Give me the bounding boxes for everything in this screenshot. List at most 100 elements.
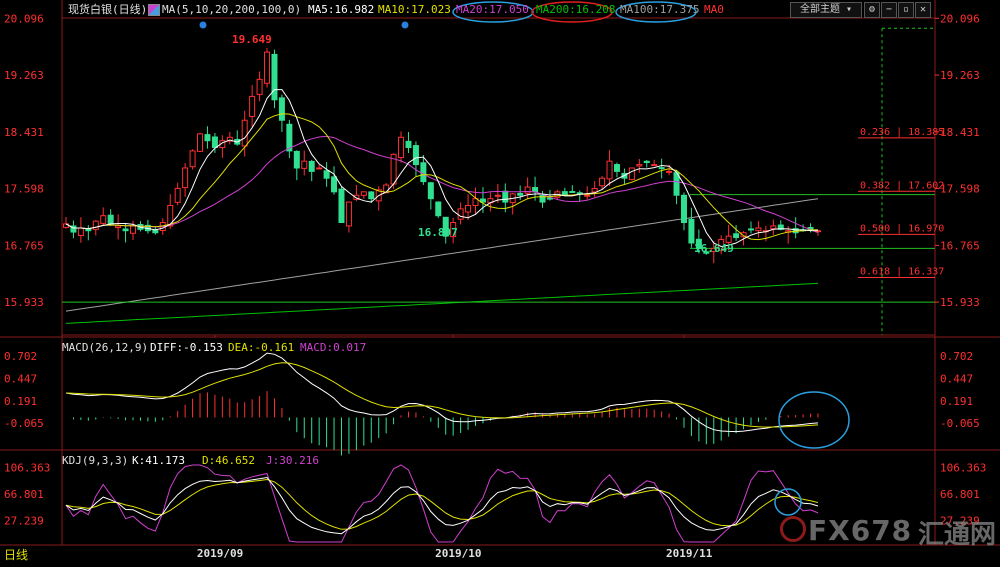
candle-body	[301, 160, 308, 169]
candle-body	[599, 177, 606, 187]
macd-diff-value: DIFF:-0.153	[150, 341, 223, 354]
candle-body	[494, 194, 501, 197]
candle-body	[264, 51, 271, 84]
candle-body	[591, 187, 598, 193]
y-tick-label-right: 20.096	[940, 12, 980, 25]
candle-body	[502, 190, 509, 203]
candle-body	[517, 192, 524, 196]
candle-body	[271, 53, 278, 101]
candle-body	[628, 167, 635, 181]
minimize-button[interactable]: −	[881, 2, 897, 18]
low-annotation: 16.897	[418, 226, 458, 239]
candle-body	[435, 201, 442, 217]
candle-body	[152, 229, 159, 234]
candle-body	[308, 160, 315, 172]
x-axis-label: 2019/10	[435, 547, 481, 560]
kdj-k-line	[65, 476, 819, 535]
candle-body	[613, 164, 620, 172]
candle-body	[130, 225, 137, 234]
ma10-value: MA10:17.023	[378, 3, 451, 16]
y-tick-label-right: 19.263	[940, 69, 980, 82]
kdj-y-tick-left: 66.801	[4, 488, 44, 501]
fib-level-label: 0.236 | 18.385	[860, 127, 944, 138]
ma200-value: MA200:16.208	[536, 3, 616, 16]
kdj-j-value: J:30.216	[266, 454, 319, 467]
macd-y-tick-left: -0.065	[4, 417, 44, 430]
y-tick-label-left: 18.431	[4, 126, 44, 139]
ma-params: MA(5,10,20,200,100,0)	[162, 3, 302, 16]
kdj-j-line	[65, 464, 819, 543]
candle-body	[584, 194, 591, 197]
candle-body	[77, 227, 84, 237]
candle-body	[278, 97, 285, 121]
candle-body	[360, 191, 367, 196]
watermark-cn: 汇通网	[918, 520, 997, 550]
candle-body	[211, 136, 218, 149]
candle-body	[733, 233, 740, 239]
candle-body	[345, 201, 352, 227]
candle-body	[197, 133, 204, 152]
timeframe-tab[interactable]: 日线	[4, 546, 28, 563]
candle-body	[524, 186, 531, 194]
y-tick-label-right: 16.765	[940, 239, 980, 252]
candle-body	[293, 150, 300, 169]
close-button[interactable]: ✕	[915, 2, 931, 18]
macd-dea-value: DEA:-0.161	[228, 341, 295, 354]
gear-icon: ⚙	[868, 4, 876, 15]
y-tick-label-left: 20.096	[4, 12, 44, 25]
high-annotation: 19.649	[232, 33, 272, 46]
ma20-value: MA20:17.050	[456, 3, 529, 16]
candle-body	[680, 194, 687, 224]
ma5-value: MA5:16.982	[308, 3, 375, 16]
candle-body	[174, 187, 181, 203]
candle-body	[465, 204, 472, 213]
watermark-brand: FX678	[808, 514, 913, 547]
y-tick-label-left: 17.598	[4, 183, 44, 196]
candle-body	[122, 228, 129, 232]
macd-dea-line	[65, 362, 819, 428]
y-tick-label-right: 18.431	[940, 126, 980, 139]
macd-y-tick-right: 0.702	[940, 350, 973, 363]
macd-y-tick-left: 0.447	[4, 372, 37, 385]
x-axis-label: 2019/09	[197, 547, 243, 560]
kdj-y-tick-left: 106.363	[4, 461, 50, 474]
candle-body	[405, 140, 412, 149]
y-tick-label-right: 17.598	[940, 183, 980, 196]
macd-params: MACD(26,12,9)	[62, 341, 149, 354]
candle-body	[338, 188, 345, 224]
ma-legend-icon	[148, 4, 160, 16]
candle-body	[651, 164, 658, 167]
watermark-logo	[780, 516, 806, 542]
candle-body	[249, 95, 256, 117]
y-tick-label-right: 15.933	[940, 296, 980, 309]
candle-body	[256, 78, 263, 95]
fib-level-label: 0.382 | 17.602	[860, 180, 944, 191]
y-tick-label-left: 16.765	[4, 239, 44, 252]
settings-button[interactable]: ⚙	[864, 2, 880, 18]
candle-body	[688, 218, 695, 244]
candle-body	[92, 220, 99, 230]
macd-y-tick-left: 0.702	[4, 350, 37, 363]
kdj-y-tick-right: 66.801	[940, 488, 980, 501]
kdj-k-value: K:41.173	[132, 454, 185, 467]
candle-body	[569, 190, 576, 193]
candle-body	[331, 176, 338, 193]
kdj-y-tick-right: 106.363	[940, 461, 986, 474]
candle-body	[189, 150, 196, 168]
candle-body	[107, 214, 114, 225]
macd-y-tick-right: -0.065	[940, 417, 980, 430]
macd-y-tick-right: 0.447	[940, 372, 973, 385]
highlight-ellipse	[778, 391, 850, 449]
fib-level-label: 0.500 | 16.970	[860, 223, 944, 234]
candle-body	[770, 225, 777, 230]
candle-body	[323, 170, 330, 179]
kdj-params: KDJ(9,3,3)	[62, 454, 129, 467]
candle-body	[658, 167, 665, 170]
candle-body	[204, 134, 211, 142]
topic-dropdown[interactable]: 全部主题 ▾	[790, 2, 862, 18]
maximize-button[interactable]: ▫	[898, 2, 914, 18]
y-tick-label-left: 15.933	[4, 296, 44, 309]
chart-stage: 20.096 20.096 19.263 19.263 18.431 18.431 17.5…	[0, 0, 1000, 563]
candle-body	[606, 160, 613, 180]
event-marker	[199, 21, 207, 29]
